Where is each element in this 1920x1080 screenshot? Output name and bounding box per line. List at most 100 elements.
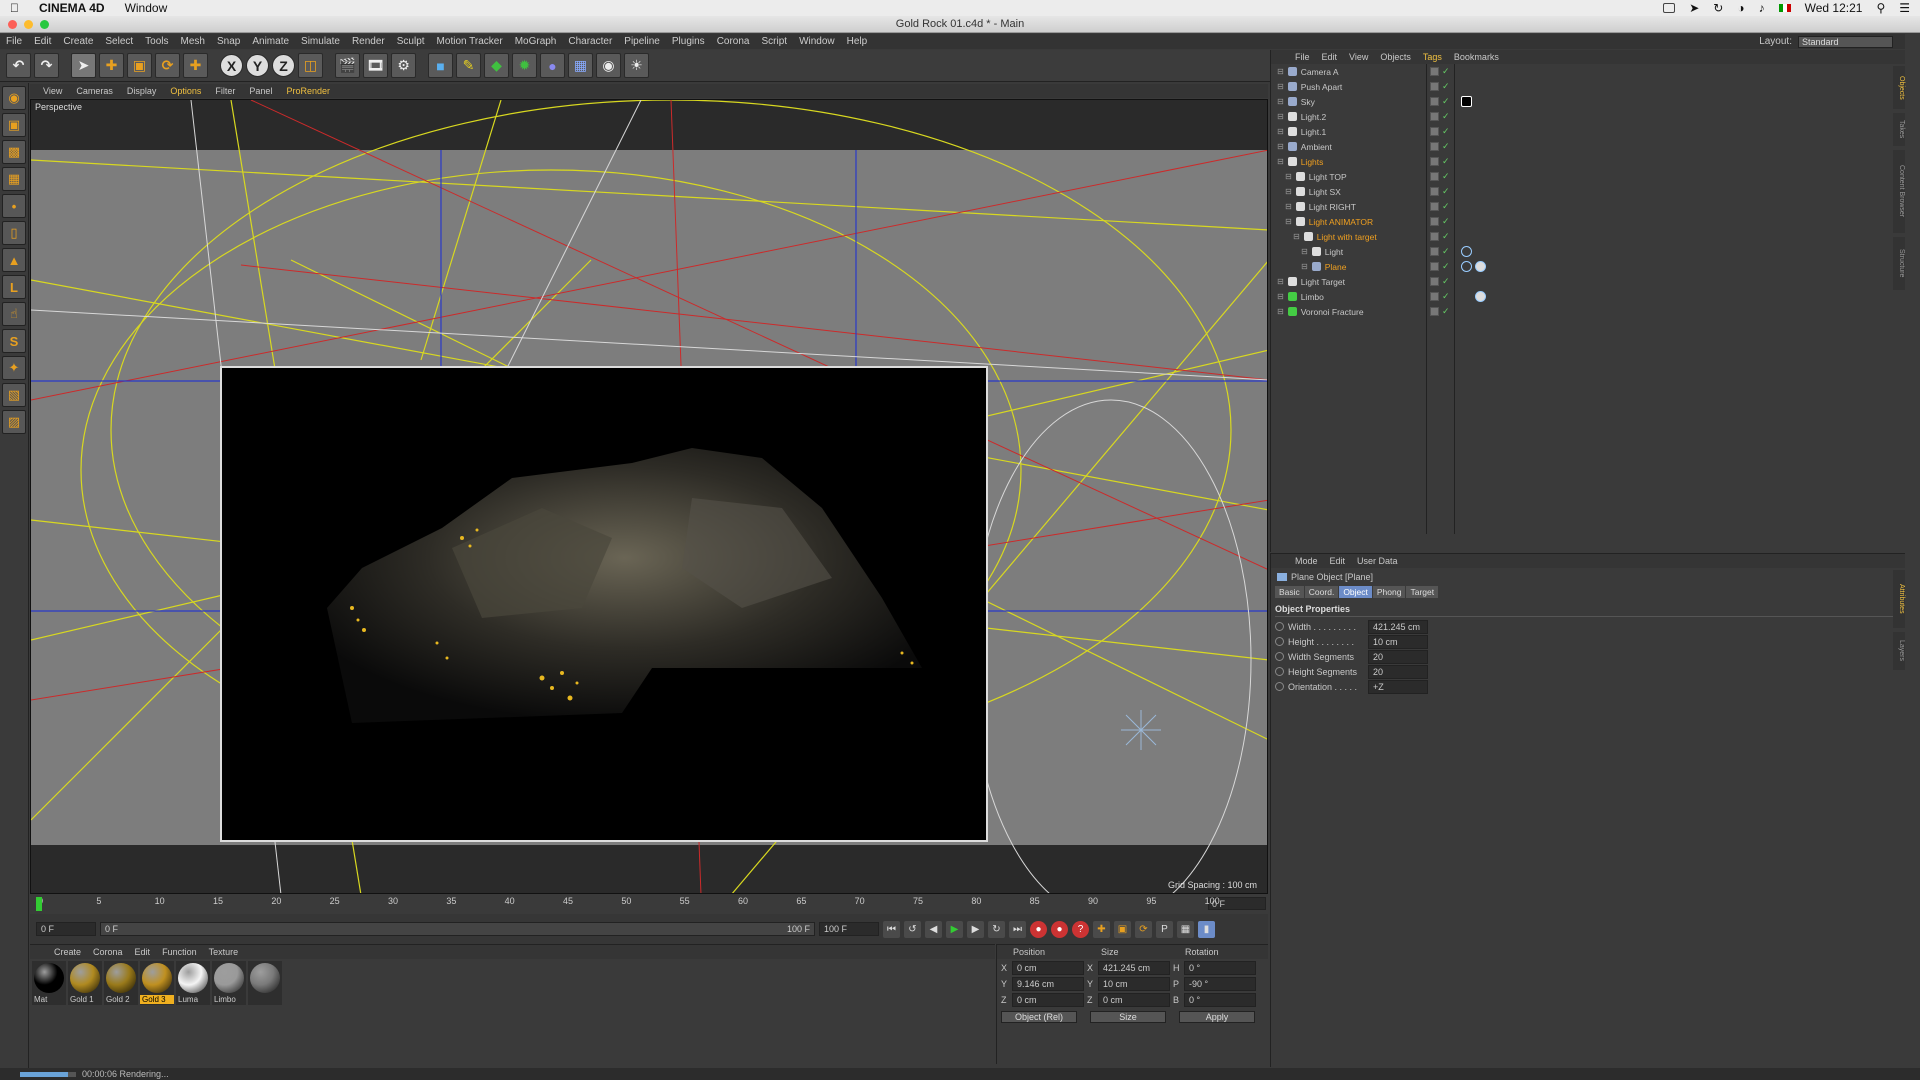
expand-icon[interactable]: ⊟ [1301,262,1308,271]
coords-rot-field[interactable]: 0 ° [1184,961,1256,975]
expand-icon[interactable]: ⊟ [1285,187,1292,196]
property-field[interactable]: 20 [1368,664,1428,679]
minimize-window-button[interactable] [24,20,33,29]
camera-icon[interactable]: ◉ [596,53,621,78]
close-window-button[interactable] [8,20,17,29]
object-name[interactable]: ⊟ Camera A [1277,67,1339,77]
go-to-start-icon[interactable]: ⏮ [883,920,900,938]
key-scale-icon[interactable]: ▣ [1114,920,1131,938]
enabled-check-icon[interactable]: ✓ [1442,111,1450,122]
location-icon[interactable]: ➤ [1689,1,1699,15]
edges-mode-icon[interactable]: ▯ [2,221,26,245]
coords-rot-field[interactable]: 0 ° [1184,993,1256,1007]
undo-icon[interactable]: ↶ [6,53,31,78]
object-menu-objects[interactable]: Objects [1374,52,1417,62]
layout-dropdown[interactable]: Standard [1798,35,1893,48]
material-menu-create[interactable]: Create [48,947,87,957]
side-tab-content-browser[interactable]: Content Browser [1893,150,1905,233]
key-position-icon[interactable]: ✚ [1093,920,1110,938]
timeline-window-icon[interactable]: ▮ [1198,920,1215,938]
subdivision-icon[interactable]: ◆ [484,53,509,78]
texture-mode-icon[interactable]: ▩ [2,140,26,164]
menu-mesh[interactable]: Mesh [175,36,211,47]
prev-key-icon[interactable]: ↺ [904,920,921,938]
animate-radio[interactable] [1275,667,1284,676]
material-swatch[interactable] [248,961,282,1005]
notification-icon[interactable]: ☰ [1899,1,1910,15]
zoom-window-button[interactable] [40,20,49,29]
apply-button[interactable]: Apply [1179,1011,1255,1023]
visibility-flag[interactable] [1430,142,1439,151]
viewport-menu-display[interactable]: Display [120,86,164,96]
attribute-tab-target[interactable]: Target [1406,586,1439,598]
scale-tool-icon[interactable]: ▣ [127,53,152,78]
expand-icon[interactable]: ⊟ [1277,82,1284,91]
material-swatch[interactable]: Limbo [212,961,246,1005]
enabled-check-icon[interactable]: ✓ [1442,81,1450,92]
object-name[interactable]: ⊟ Plane [1301,262,1346,272]
play-icon[interactable]: ▶ [946,920,963,938]
coords-size-field[interactable]: 0 cm [1098,993,1170,1007]
menu-tools[interactable]: Tools [139,36,174,47]
axis-mode-icon[interactable]: L [2,275,26,299]
visibility-flag[interactable] [1430,112,1439,121]
object-row-light-right[interactable]: ⊟ Light RIGHT ✓ [1271,199,1891,214]
enabled-check-icon[interactable]: ✓ [1442,141,1450,152]
key-parameter-icon[interactable]: P [1156,920,1173,938]
render-picture-viewer-icon[interactable]: 🎞 [363,53,388,78]
time-machine-icon[interactable]: ↻ [1713,1,1723,15]
mac-app-name[interactable]: CINEMA 4D [29,1,115,15]
enabled-check-icon[interactable]: ✓ [1442,306,1450,317]
points-mode-icon[interactable]: • [2,194,26,218]
object-row-lights[interactable]: ⊟ Lights ✓ [1271,154,1891,169]
y-axis-lock-button[interactable]: Y [246,54,269,77]
menu-simulate[interactable]: Simulate [295,36,346,47]
polygons-mode-icon[interactable]: ▲ [2,248,26,272]
enabled-check-icon[interactable]: ✓ [1442,291,1450,302]
object-name[interactable]: ⊟ Light RIGHT [1285,202,1356,212]
object-name[interactable]: ⊟ Light TOP [1285,172,1347,182]
material-menu-corona[interactable]: Corona [87,947,129,957]
visibility-flag[interactable] [1430,232,1439,241]
viewport-menu-filter[interactable]: Filter [208,86,242,96]
expand-icon[interactable]: ⊟ [1277,67,1284,76]
material-swatch[interactable]: Gold 3 [140,961,174,1005]
attribute-menu-user-data[interactable]: User Data [1351,556,1404,566]
enabled-check-icon[interactable]: ✓ [1442,216,1450,227]
next-frame-icon[interactable]: ▶ [967,920,984,938]
status-icon[interactable] [1663,3,1676,13]
object-row-light-animator[interactable]: ⊟ Light ANIMATOR ✓ [1271,214,1891,229]
object-row-light-sx[interactable]: ⊟ Light SX ✓ [1271,184,1891,199]
attribute-menu-mode[interactable]: Mode [1289,556,1324,566]
attribute-tab-object[interactable]: Object [1339,586,1372,598]
viewport-perspective[interactable]: Perspective Grid Spacing : 100 cm [30,99,1268,894]
coordinate-system-icon[interactable]: ◫ [298,53,323,78]
object-row-light-top[interactable]: ⊟ Light TOP ✓ [1271,169,1891,184]
enabled-check-icon[interactable]: ✓ [1442,231,1450,242]
clock[interactable]: Wed 12:21 [1805,1,1863,15]
object-row-light-target[interactable]: ⊟ Light Target ✓ [1271,274,1891,289]
keyframe-selection-icon[interactable]: ? [1072,920,1089,938]
frame-range-slider[interactable]: 0 F 100 F [100,922,815,936]
object-row-sky[interactable]: ⊟ Sky ✓ [1271,94,1891,109]
floor-icon[interactable]: ▦ [568,53,593,78]
menu-mograph[interactable]: MoGraph [509,36,563,47]
coords-rot-field[interactable]: -90 ° [1184,977,1256,991]
viewport-menu-view[interactable]: View [36,86,69,96]
expand-icon[interactable]: ⊟ [1277,112,1284,121]
target-tag-icon[interactable] [1461,246,1472,257]
edit-render-settings-icon[interactable]: ⚙ [391,53,416,78]
animate-radio[interactable] [1275,637,1284,646]
object-name[interactable]: ⊟ Light.2 [1277,112,1326,122]
object-name[interactable]: ⊟ Ambient [1277,142,1332,152]
expand-icon[interactable]: ⊟ [1277,292,1284,301]
deformer-icon[interactable]: ● [540,53,565,78]
render-view-icon[interactable]: 🎬 [335,53,360,78]
menu-corona[interactable]: Corona [711,36,756,47]
viewport-menu-options[interactable]: Options [163,86,208,96]
pen-spline-icon[interactable]: ✎ [456,53,481,78]
animate-radio[interactable] [1275,652,1284,661]
coords-pos-field[interactable]: 0 cm [1012,961,1084,975]
coords-pos-field[interactable]: 9.146 cm [1012,977,1084,991]
timeline-ruler[interactable]: 0 F 051015202530354045505560657075808590… [30,895,1268,913]
